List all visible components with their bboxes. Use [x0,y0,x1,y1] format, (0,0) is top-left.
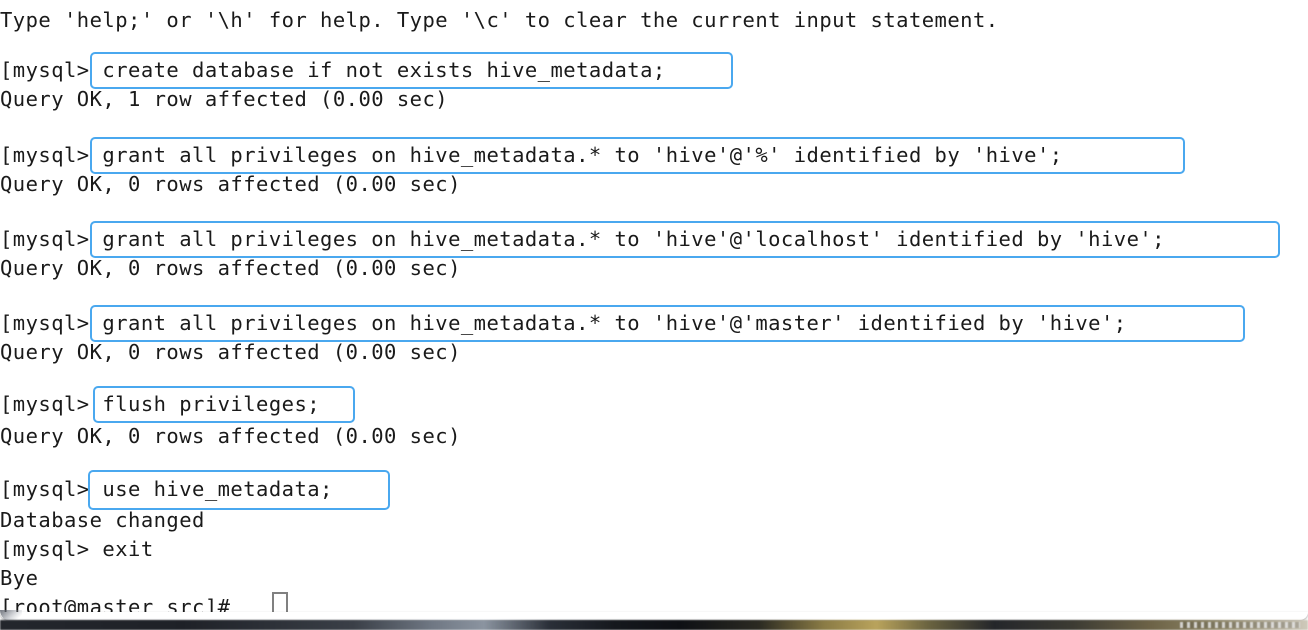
terminal-line-prompt-grant-master: [mysql> grant all privileges on hive_met… [0,311,1127,335]
terminal-line-result-flush: Query OK, 0 rows affected (0.00 sec) [0,424,461,448]
terminal-line-prompt-create-db: [mysql> create database if not exists hi… [0,58,666,82]
desktop-wallpaper-strip [0,620,1308,630]
terminal-line-result-use-db: Database changed [0,508,205,532]
terminal-line-prompt-exit: [mysql> exit [0,537,154,561]
terminal-line-prompt-use-db: [mysql> use hive_metadata; [0,477,333,501]
terminal-line-prompt-flush: [mysql> flush privileges; [0,392,321,416]
terminal-line-blank-3 [0,199,13,228]
terminal-line-prompt-grant-any: [mysql> grant all privileges on hive_met… [0,143,1063,167]
terminal-line-prompt-grant-localhost: [mysql> grant all privileges on hive_met… [0,227,1165,251]
taskbar-tray-icons [1180,622,1300,628]
terminal-line-result-grant-localhost: Query OK, 0 rows affected (0.00 sec) [0,256,461,280]
terminal-window[interactable]: Type 'help;' or '\h' for help. Type '\c'… [0,0,1308,630]
terminal-line-blank-4 [0,283,13,312]
terminal-output-area[interactable]: Type 'help;' or '\h' for help. Type '\c'… [0,0,1308,617]
terminal-line-help-hint: Type 'help;' or '\h' for help. Type '\c'… [0,8,999,32]
terminal-line-result-grant-any: Query OK, 0 rows affected (0.00 sec) [0,172,461,196]
terminal-line-result-bye: Bye [0,566,39,590]
terminal-line-result-create-db: Query OK, 1 row affected (0.00 sec) [0,87,449,111]
terminal-line-result-grant-master: Query OK, 0 rows affected (0.00 sec) [0,340,461,364]
terminal-line-blank-2 [0,114,13,143]
window-bottom-edge [0,612,1308,620]
